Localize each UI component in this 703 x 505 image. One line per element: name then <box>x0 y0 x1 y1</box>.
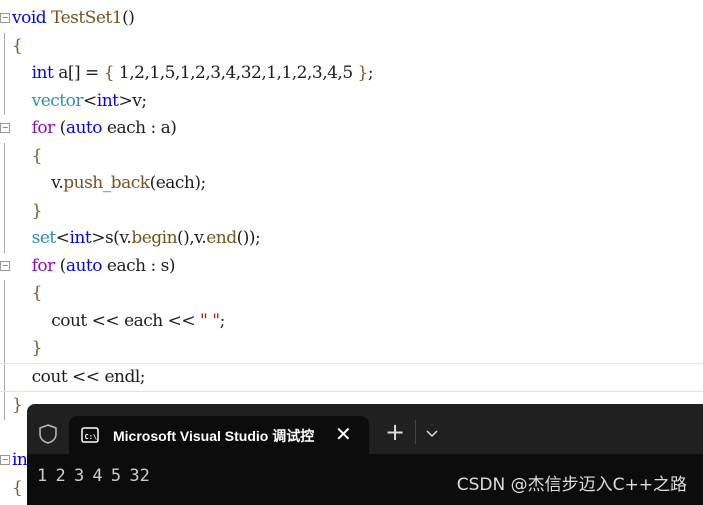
terminal-output: 1 2 3 4 5 32 <box>37 466 150 486</box>
fold-toggle[interactable]: − <box>0 123 10 133</box>
code-line: set<int>s(v.begin(),v.end()); <box>0 225 703 253</box>
close-icon[interactable]: ✕ <box>335 422 352 447</box>
svg-text:C:\: C:\ <box>85 433 98 441</box>
code-line-current: cout << endl; <box>0 362 703 392</box>
code-line: vector<int>v; <box>0 87 703 115</box>
code-line: { <box>0 280 703 308</box>
code-line: cout << each << " "; <box>0 307 703 335</box>
code-line: { <box>0 32 703 60</box>
watermark: CSDN @杰信步迈入C++之路 <box>456 475 687 495</box>
plus-icon[interactable]: + <box>385 418 405 446</box>
code-line: − for (auto each : s) <box>0 255 175 276</box>
fold-toggle[interactable]: − <box>0 13 10 23</box>
tab-title: Microsoft Visual Studio 调试控 <box>113 428 315 444</box>
code-line: int a[] = { 1,2,1,5,1,2,3,4,32,1,1,2,3,4… <box>0 60 703 88</box>
chevron-down-icon[interactable] <box>426 430 438 438</box>
code-line: − void TestSet1() <box>0 8 135 28</box>
code-line: − for (auto each : a) <box>0 118 177 138</box>
code-line: { <box>0 142 703 170</box>
code-line: } <box>0 335 703 363</box>
code-line: v.push_back(each); <box>0 170 703 198</box>
divider <box>415 420 416 444</box>
code-line: } <box>0 197 703 225</box>
tab-terminal[interactable]: C:\ Microsoft Visual Studio 调试控 ✕ <box>69 416 369 454</box>
fold-toggle[interactable]: − <box>0 455 10 465</box>
shield-icon[interactable] <box>39 424 57 444</box>
terminal-icon: C:\ <box>81 427 99 443</box>
fold-toggle[interactable]: − <box>0 260 10 271</box>
